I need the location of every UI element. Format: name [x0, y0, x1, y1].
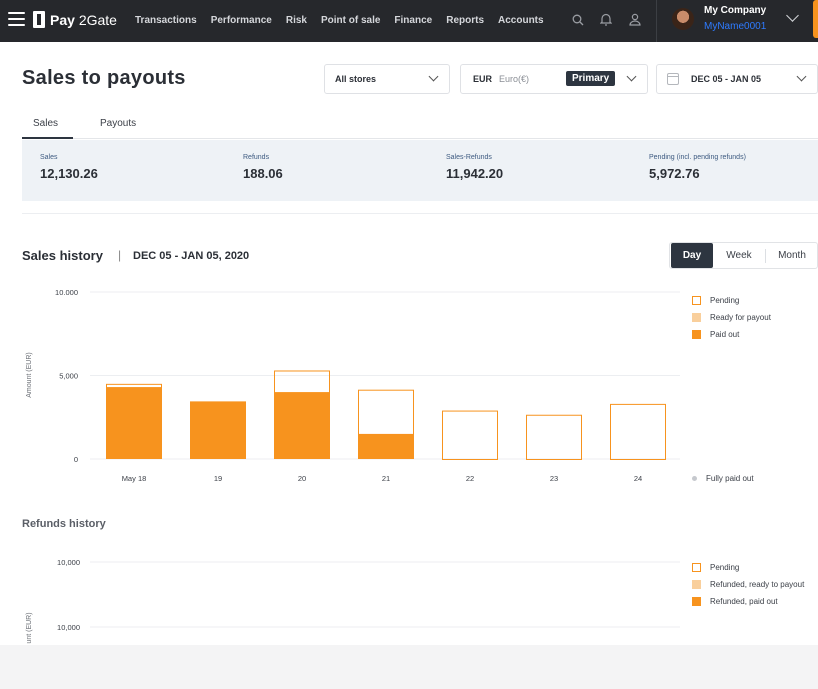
- logo-text-bold: Pay: [50, 11, 75, 28]
- x-tick-label: 23: [550, 474, 558, 483]
- nav-item-transactions[interactable]: Transactions: [135, 15, 197, 26]
- legend-swatch-pending: [692, 296, 701, 305]
- fully-paid-dot: [692, 476, 697, 481]
- nav-divider: [656, 0, 657, 42]
- nav-item-performance[interactable]: Performance: [211, 15, 272, 26]
- legend-item-refund-paid: Refunded, paid out: [692, 593, 804, 610]
- legend-swatch-ready: [692, 313, 701, 322]
- search-icon[interactable]: [572, 14, 584, 26]
- company-name[interactable]: My Company: [704, 5, 766, 16]
- top-nav: Pay 2Gate Transactions Performance Risk …: [0, 0, 818, 42]
- bar-pending: [442, 410, 498, 461]
- legend-item-pending: Pending: [692, 292, 771, 309]
- bar-pending: [358, 389, 414, 435]
- legend-swatch-pending: [692, 563, 701, 572]
- bar-paid-out: [106, 387, 162, 459]
- x-tick-label: 21: [382, 474, 390, 483]
- logo-text-thin: 2Gate: [78, 11, 117, 28]
- legend-swatch-refund-ready: [692, 580, 701, 589]
- username-link[interactable]: MyName0001: [704, 21, 766, 32]
- x-tick-label: 24: [634, 474, 642, 483]
- nav-item-point-of-sale[interactable]: Point of sale: [321, 15, 380, 26]
- bar-pending: [610, 403, 666, 461]
- y-tick-label: 0: [74, 455, 78, 464]
- refunds-history-title: Refunds history: [22, 518, 106, 530]
- legend-item-refund-ready: Refunded, ready to payout: [692, 576, 804, 593]
- nav-item-risk[interactable]: Risk: [286, 15, 307, 26]
- legend-label: Paid out: [710, 330, 740, 339]
- bar-pending: [526, 414, 582, 460]
- bar-paid-out: [358, 433, 414, 459]
- main-card: Sales to payouts All stores EUR Euro(€) …: [0, 42, 818, 645]
- logo-mark-icon: [33, 11, 45, 28]
- fully-paid-label: Fully paid out: [706, 474, 754, 483]
- legend-swatch-paid: [692, 330, 701, 339]
- page-footer-area: [0, 645, 818, 689]
- legend-label: Ready for payout: [710, 313, 771, 322]
- sales-history-chart: 0 5,000 10.000 Amount (EUR) May 18 19 20 21 22 23…: [26, 288, 680, 644]
- legend-item-paid: Paid out: [692, 326, 771, 343]
- user-icon[interactable]: [629, 13, 641, 26]
- x-tick-label: 19: [214, 474, 222, 483]
- chevron-down-icon[interactable]: [786, 9, 799, 22]
- legend-swatch-refund-paid: [692, 597, 701, 606]
- nav-item-reports[interactable]: Reports: [446, 15, 484, 26]
- y-tick-label: 10,000: [57, 558, 80, 567]
- sales-legend: Pending Ready for payout Paid out: [692, 292, 771, 343]
- x-tick-label: May 18: [122, 474, 147, 483]
- accent-edge: [813, 0, 818, 38]
- fully-paid-indicator: Fully paid out: [692, 474, 754, 483]
- logo[interactable]: Pay 2Gate: [33, 11, 117, 28]
- y-tick-label: 10.000: [55, 288, 78, 297]
- y-axis-label: unt (EUR): [26, 612, 33, 643]
- nav-item-finance[interactable]: Finance: [394, 15, 432, 26]
- x-tick-label: 20: [298, 474, 306, 483]
- legend-item-ready: Ready for payout: [692, 309, 771, 326]
- bar-pending: [274, 370, 330, 394]
- legend-label: Refunded, ready to payout: [710, 580, 805, 589]
- nav-item-accounts[interactable]: Accounts: [498, 15, 544, 26]
- nav-menu: Transactions Performance Risk Point of s…: [135, 15, 558, 26]
- bar-pending: [106, 383, 162, 389]
- legend-label: Pending: [710, 296, 740, 305]
- bar-paid-out: [190, 401, 246, 459]
- legend-item-pending: Pending: [692, 559, 804, 576]
- bar-paid-out: [274, 392, 330, 459]
- y-axis-label: Amount (EUR): [26, 352, 33, 398]
- legend-label: Refunded, paid out: [710, 597, 778, 606]
- legend-label: Pending: [710, 563, 740, 572]
- bell-icon[interactable]: [600, 13, 612, 26]
- x-tick-label: 22: [466, 474, 474, 483]
- y-tick-label: 5,000: [59, 372, 78, 381]
- avatar[interactable]: [672, 8, 694, 30]
- refunds-legend: Pending Refunded, ready to payout Refund…: [692, 559, 804, 610]
- menu-icon[interactable]: [8, 12, 25, 26]
- y-tick-label: 10,000: [57, 623, 80, 632]
